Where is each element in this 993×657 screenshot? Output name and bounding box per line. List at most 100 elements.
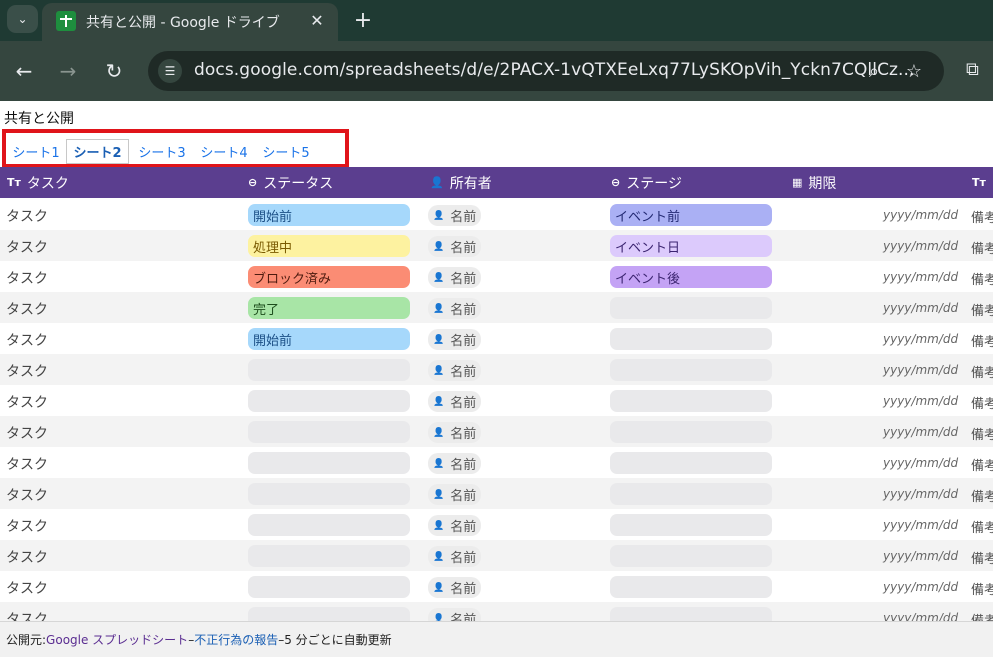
site-info-tune-icon[interactable]: ☰ xyxy=(158,59,182,83)
task-cell[interactable]: タスク xyxy=(6,516,48,536)
note-cell[interactable]: 備考 xyxy=(971,207,993,226)
stage-chip[interactable]: イベント後 xyxy=(610,266,772,288)
status-chip[interactable]: 完了 xyxy=(248,297,410,319)
new-tab-button[interactable]: + xyxy=(350,7,376,33)
stage-chip[interactable] xyxy=(610,576,772,598)
owner-chip[interactable]: 👤 名前 xyxy=(428,515,482,536)
due-date-cell[interactable]: yyyy/mm/dd xyxy=(883,487,958,501)
column-header-stage[interactable]: ⊖ ステージ xyxy=(611,167,682,198)
stage-chip[interactable] xyxy=(610,607,772,621)
owner-chip[interactable]: 👤 名前 xyxy=(428,453,482,474)
stage-chip[interactable]: イベント前 xyxy=(610,204,772,226)
owner-chip[interactable]: 👤 名前 xyxy=(428,267,482,288)
status-chip[interactable]: ブロック済み xyxy=(248,266,410,288)
due-date-cell[interactable]: yyyy/mm/dd xyxy=(883,270,958,284)
note-cell[interactable]: 備考 xyxy=(971,579,993,598)
note-cell[interactable]: 備考 xyxy=(971,362,993,381)
tab-search-chevron-icon[interactable]: ⌄ xyxy=(7,5,38,33)
reload-icon[interactable]: ↻ xyxy=(102,59,126,83)
task-cell[interactable]: タスク xyxy=(6,330,48,350)
due-date-cell[interactable]: yyyy/mm/dd xyxy=(883,301,958,315)
owner-chip[interactable]: 👤 名前 xyxy=(428,484,482,505)
publisher-link[interactable]: Google スプレッドシート xyxy=(46,631,188,648)
report-abuse-link[interactable]: 不正行為の報告 xyxy=(194,631,278,648)
task-cell[interactable]: タスク xyxy=(6,609,48,621)
note-cell[interactable]: 備考 xyxy=(971,300,993,319)
note-cell[interactable]: 備考 xyxy=(971,486,993,505)
due-date-cell[interactable]: yyyy/mm/dd xyxy=(883,580,958,594)
due-date-cell[interactable]: yyyy/mm/dd xyxy=(883,611,958,621)
owner-chip[interactable]: 👤 名前 xyxy=(428,236,482,257)
sheet-tab-2[interactable]: シート2 xyxy=(66,139,129,164)
task-cell[interactable]: タスク xyxy=(6,392,48,412)
status-chip[interactable] xyxy=(248,483,410,505)
stage-chip[interactable] xyxy=(610,297,772,319)
status-chip[interactable]: 開始前 xyxy=(248,328,410,350)
address-bar[interactable]: ☰ docs.google.com/spreadsheets/d/e/2PACX… xyxy=(148,51,944,91)
due-date-cell[interactable]: yyyy/mm/dd xyxy=(883,239,958,253)
sheet-tab-5[interactable]: シート5 xyxy=(257,139,315,164)
status-chip[interactable] xyxy=(248,545,410,567)
column-header-due[interactable]: ▦ 期限 xyxy=(792,167,836,198)
owner-chip[interactable]: 👤 名前 xyxy=(428,608,482,621)
stage-chip[interactable] xyxy=(610,545,772,567)
status-chip[interactable] xyxy=(248,359,410,381)
task-cell[interactable]: タスク xyxy=(6,485,48,505)
owner-chip[interactable]: 👤 名前 xyxy=(428,422,482,443)
due-date-cell[interactable]: yyyy/mm/dd xyxy=(883,518,958,532)
stage-chip[interactable] xyxy=(610,452,772,474)
task-cell[interactable]: タスク xyxy=(6,268,48,288)
bookmark-star-icon[interactable]: ☆ xyxy=(902,59,926,83)
sheet-tab-4[interactable]: シート4 xyxy=(195,139,253,164)
task-cell[interactable]: タスク xyxy=(6,206,48,226)
note-cell[interactable]: 備考 xyxy=(971,610,993,621)
note-cell[interactable]: 備考 xyxy=(971,331,993,350)
owner-chip[interactable]: 👤 名前 xyxy=(428,298,482,319)
note-cell[interactable]: 備考 xyxy=(971,393,993,412)
note-cell[interactable]: 備考 xyxy=(971,238,993,257)
zoom-search-icon[interactable]: ⌕ xyxy=(862,59,886,83)
due-date-cell[interactable]: yyyy/mm/dd xyxy=(883,549,958,563)
due-date-cell[interactable]: yyyy/mm/dd xyxy=(883,363,958,377)
stage-chip[interactable] xyxy=(610,359,772,381)
sheet-tab-1[interactable]: シート1 xyxy=(8,139,64,164)
task-cell[interactable]: タスク xyxy=(6,237,48,257)
due-date-cell[interactable]: yyyy/mm/dd xyxy=(883,425,958,439)
note-cell[interactable]: 備考 xyxy=(971,269,993,288)
due-date-cell[interactable]: yyyy/mm/dd xyxy=(883,208,958,222)
owner-chip[interactable]: 👤 名前 xyxy=(428,391,482,412)
status-chip[interactable] xyxy=(248,576,410,598)
back-arrow-icon[interactable]: ← xyxy=(12,59,36,83)
stage-chip[interactable] xyxy=(610,483,772,505)
sheet-tab-3[interactable]: シート3 xyxy=(133,139,191,164)
owner-chip[interactable]: 👤 名前 xyxy=(428,577,482,598)
tab-close-icon[interactable]: ✕ xyxy=(306,9,328,31)
url-text[interactable]: docs.google.com/spreadsheets/d/e/2PACX-1… xyxy=(194,60,915,80)
task-cell[interactable]: タスク xyxy=(6,361,48,381)
extensions-puzzle-icon[interactable]: ⧉ xyxy=(966,59,988,81)
stage-chip[interactable] xyxy=(610,328,772,350)
task-cell[interactable]: タスク xyxy=(6,578,48,598)
task-cell[interactable]: タスク xyxy=(6,423,48,443)
owner-chip[interactable]: 👤 名前 xyxy=(428,546,482,567)
browser-tab-active[interactable]: 共有と公開 - Google ドライブ ✕ xyxy=(42,3,338,41)
note-cell[interactable]: 備考 xyxy=(971,455,993,474)
task-cell[interactable]: タスク xyxy=(6,299,48,319)
stage-chip[interactable] xyxy=(610,390,772,412)
column-header-task[interactable]: Tт タスク xyxy=(7,167,69,198)
stage-chip[interactable]: イベント日 xyxy=(610,235,772,257)
status-chip[interactable]: 開始前 xyxy=(248,204,410,226)
status-chip[interactable] xyxy=(248,607,410,621)
due-date-cell[interactable]: yyyy/mm/dd xyxy=(883,394,958,408)
column-header-owner[interactable]: 👤 所有者 xyxy=(430,167,492,198)
column-header-note[interactable]: Tт xyxy=(972,167,992,198)
status-chip[interactable] xyxy=(248,390,410,412)
status-chip[interactable] xyxy=(248,421,410,443)
stage-chip[interactable] xyxy=(610,514,772,536)
owner-chip[interactable]: 👤 名前 xyxy=(428,205,482,226)
due-date-cell[interactable]: yyyy/mm/dd xyxy=(883,456,958,470)
owner-chip[interactable]: 👤 名前 xyxy=(428,360,482,381)
status-chip[interactable] xyxy=(248,452,410,474)
note-cell[interactable]: 備考 xyxy=(971,517,993,536)
column-header-status[interactable]: ⊖ ステータス xyxy=(248,167,333,198)
